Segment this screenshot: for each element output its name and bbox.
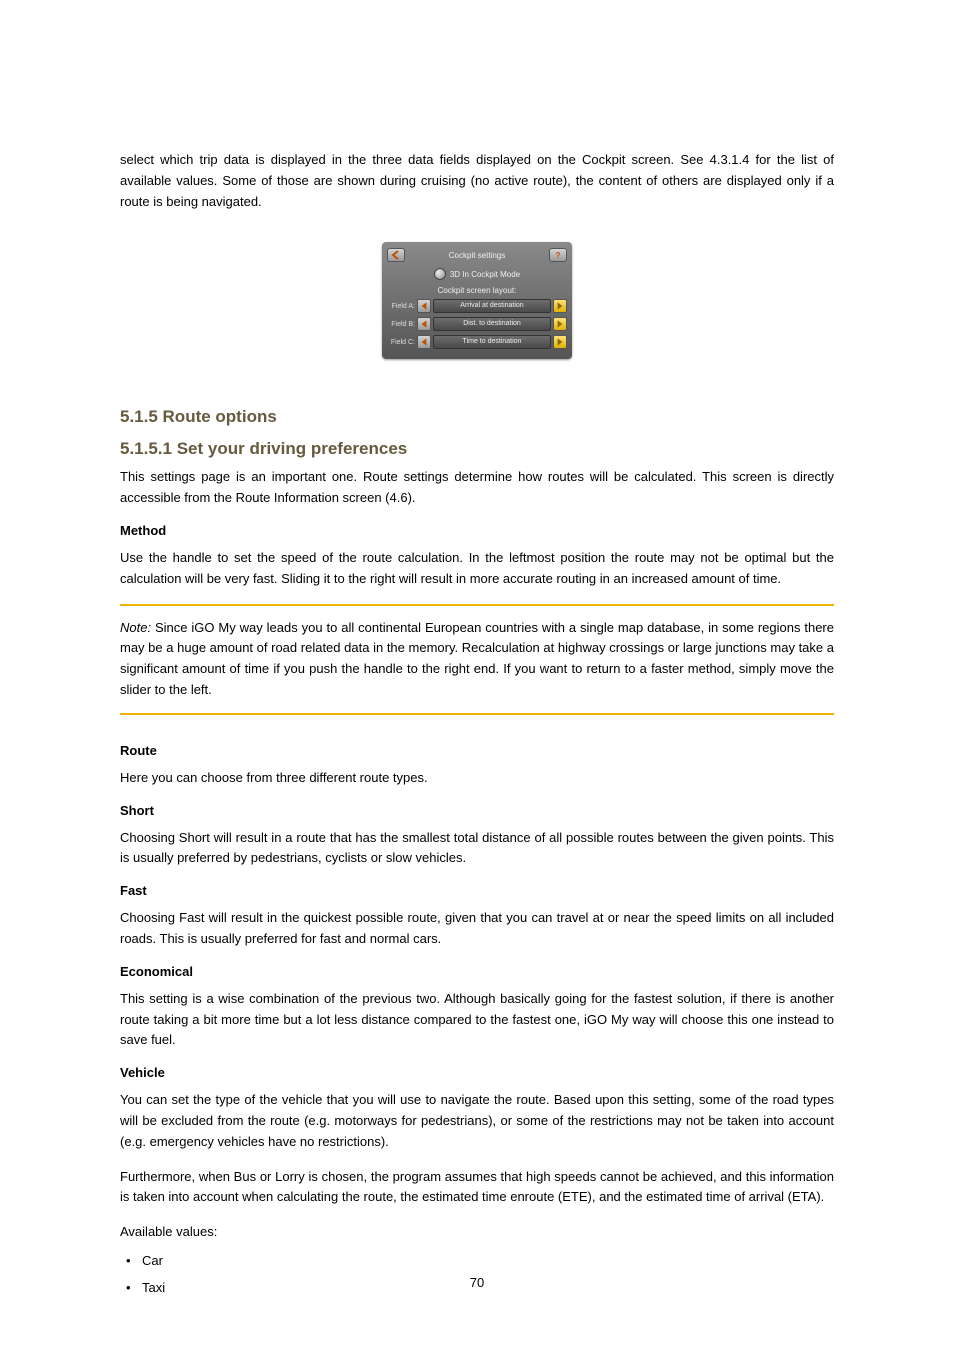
fast-text: Choosing Fast will result in the quickes… xyxy=(120,908,834,950)
page-number: 70 xyxy=(0,1275,954,1290)
vehicle-intro: You can set the type of the vehicle that… xyxy=(120,1090,834,1152)
method-text: Use the handle to set the speed of the r… xyxy=(120,548,834,590)
arrow-left-icon xyxy=(417,335,431,349)
field-row-a: Field A: Arrival at destination xyxy=(387,299,567,313)
field-b-value: Dist. to destination xyxy=(433,317,551,331)
field-a-label: Field A: xyxy=(387,303,415,310)
field-row-c: Field C: Time to destination xyxy=(387,335,567,349)
heading-driving-prefs: 5.1.5.1 Set your driving preferences xyxy=(120,435,834,459)
note-label: Note: xyxy=(120,620,151,635)
route-intro: Here you can choose from three different… xyxy=(120,768,834,789)
svg-text:?: ? xyxy=(556,251,561,260)
arrow-left-icon xyxy=(417,299,431,313)
help-icon: ? xyxy=(549,248,567,262)
arrow-right-icon xyxy=(553,299,567,313)
field-b-label: Field B: xyxy=(387,321,415,328)
arrow-right-icon xyxy=(553,335,567,349)
layout-label: Cockpit screen layout: xyxy=(387,286,567,295)
short-label: Short xyxy=(120,803,834,818)
route-label: Route xyxy=(120,743,834,758)
field-a-value: Arrival at destination xyxy=(433,299,551,313)
vehicle-label: Vehicle xyxy=(120,1065,834,1080)
back-icon xyxy=(387,248,405,262)
field-c-label: Field C: xyxy=(387,339,415,346)
list-item: Car xyxy=(120,1251,834,1272)
toggle-3d-icon xyxy=(434,268,446,280)
driving-prefs-text: This settings page is an important one. … xyxy=(120,467,834,509)
arrow-right-icon xyxy=(553,317,567,331)
toggle-3d-label: 3D In Cockpit Mode xyxy=(450,270,520,279)
note-block: Note: Since iGO My way leads you to all … xyxy=(120,604,834,715)
screenshot-title: Cockpit settings xyxy=(405,251,549,260)
field-row-b: Field B: Dist. to destination xyxy=(387,317,567,331)
intro-paragraph: select which trip data is displayed in t… xyxy=(120,150,834,212)
method-label: Method xyxy=(120,523,834,538)
field-c-value: Time to destination xyxy=(433,335,551,349)
fast-label: Fast xyxy=(120,883,834,898)
vehicle-list-intro: Available values: xyxy=(120,1222,834,1243)
note-text: Since iGO My way leads you to all contin… xyxy=(120,620,834,697)
heading-route-options: 5.1.5 Route options xyxy=(120,389,834,427)
arrow-left-icon xyxy=(417,317,431,331)
vehicle-extra: Furthermore, when Bus or Lorry is chosen… xyxy=(120,1167,834,1209)
short-text: Choosing Short will result in a route th… xyxy=(120,828,834,870)
economical-text: This setting is a wise combination of th… xyxy=(120,989,834,1051)
economical-label: Economical xyxy=(120,964,834,979)
cockpit-settings-screenshot: Cockpit settings ? 3D In Cockpit Mode Co… xyxy=(382,242,572,359)
